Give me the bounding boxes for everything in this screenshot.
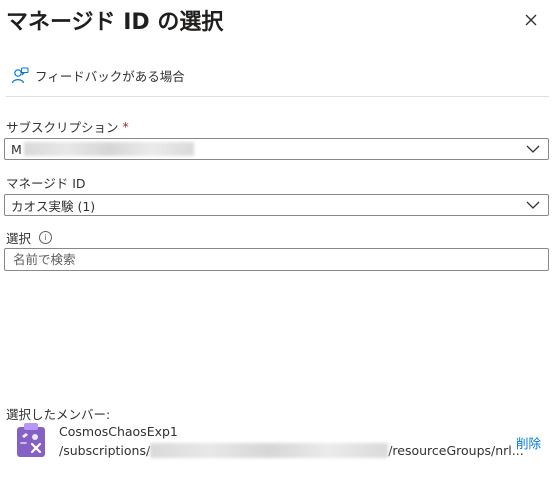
subscription-label: サブスクリプション * — [6, 117, 129, 136]
page-title: マネージド ID の選択 — [6, 10, 224, 35]
managed-identity-icon — [17, 423, 45, 457]
feedback-person-icon — [11, 67, 29, 83]
search-input[interactable] — [4, 248, 549, 271]
managed-id-label: マネージド ID — [6, 173, 86, 192]
select-label: 選択 i — [6, 228, 53, 247]
redacted-subscription-id — [150, 443, 389, 458]
managed-identity-panel: マネージド ID の選択 フィードバックがある場合 サブスクリプション * M … — [0, 0, 559, 503]
managed-id-dropdown[interactable]: カオス実験 (1) — [4, 194, 549, 216]
feedback-label: フィードバックがある場合 — [35, 69, 185, 84]
member-path-prefix: /subscriptions/ — [59, 443, 151, 458]
info-icon[interactable]: i — [39, 231, 53, 244]
remove-member-button[interactable]: 削除 — [516, 433, 541, 452]
managed-id-value: カオス実験 (1) — [11, 198, 96, 214]
select-label-text: 選択 — [6, 231, 32, 246]
chevron-down-icon — [526, 145, 540, 153]
subscription-label-text: サブスクリプション — [6, 120, 119, 135]
member-resource-path: /subscriptions/ /resourceGroups/nrl... — [59, 443, 524, 458]
chevron-down-icon — [526, 201, 540, 209]
required-mark: * — [122, 119, 129, 134]
header-divider — [6, 96, 549, 97]
close-icon — [525, 14, 537, 26]
member-name: CosmosChaosExp1 — [59, 424, 178, 439]
subscription-value: M — [11, 141, 22, 157]
redacted-subscription-name — [23, 142, 194, 156]
selected-member-item: CosmosChaosExp1 /subscriptions/ /resourc… — [14, 422, 549, 462]
member-path-suffix: /resourceGroups/nrl... — [388, 443, 524, 458]
feedback-link[interactable]: フィードバックがある場合 — [11, 66, 185, 85]
subscription-dropdown[interactable]: M — [4, 138, 549, 160]
managed-id-label-text: マネージド ID — [6, 176, 86, 191]
close-button[interactable] — [521, 10, 541, 30]
selected-members-label: 選択したメンバー: — [6, 407, 111, 422]
